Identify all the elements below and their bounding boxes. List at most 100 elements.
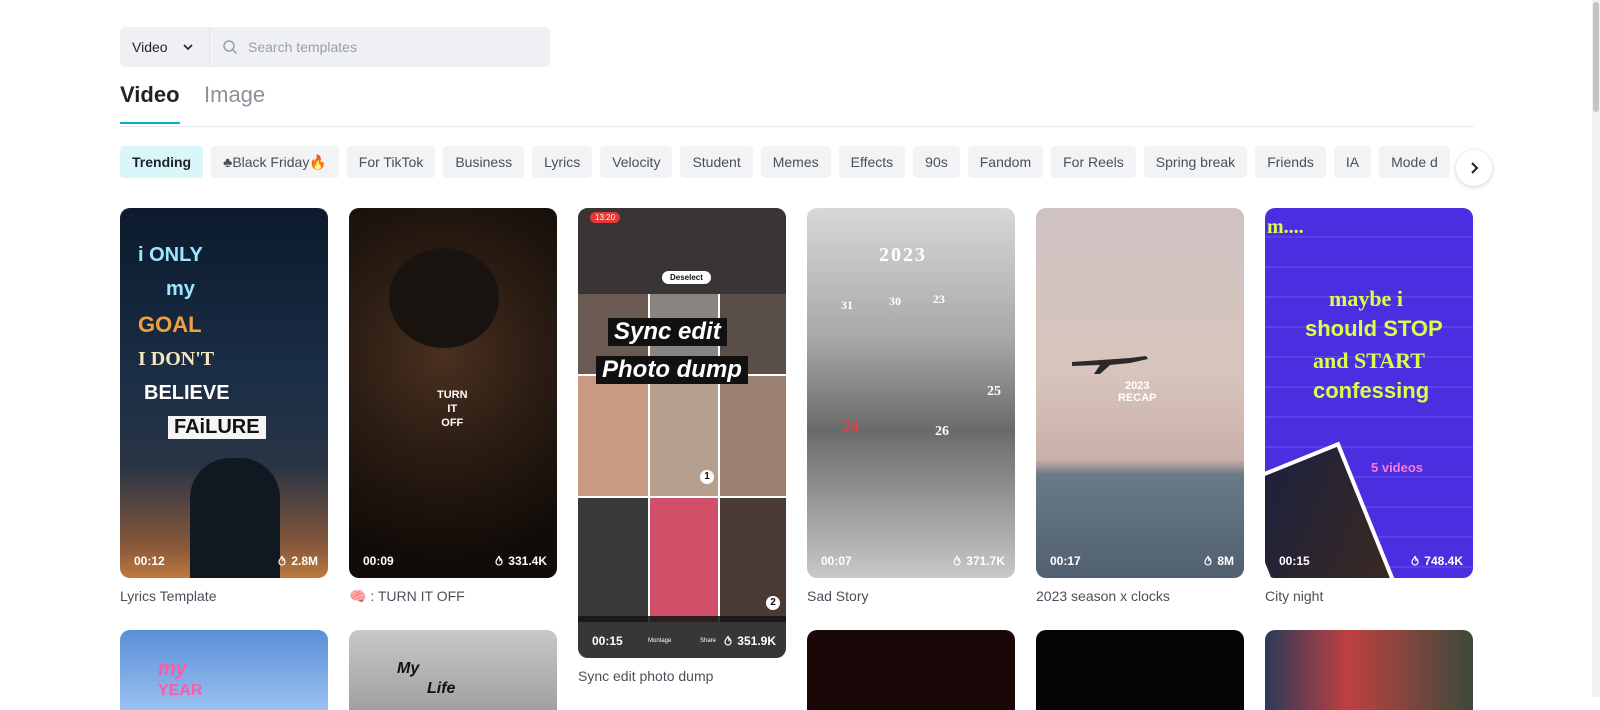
chevron-right-icon <box>1471 162 1479 174</box>
duration: 00:09 <box>363 554 394 568</box>
chip-memes[interactable]: Memes <box>760 146 831 178</box>
flame-icon <box>278 555 286 566</box>
chevron-down-icon <box>183 44 193 51</box>
chip-spring-break[interactable]: Spring break <box>1143 146 1248 178</box>
template-card[interactable]: my YEAR <box>120 630 328 710</box>
chip-ia[interactable]: IA <box>1333 146 1372 178</box>
chip-velocity[interactable]: Velocity <box>600 146 673 178</box>
template-card[interactable] <box>1036 630 1244 710</box>
template-thumbnail[interactable]: 2023 RECAP 00:17 8M <box>1036 208 1244 578</box>
tab-image[interactable]: Image <box>204 82 265 118</box>
overlay-text: 2023 <box>879 244 927 266</box>
type-dropdown[interactable]: Video <box>120 27 210 67</box>
flame-icon <box>495 555 503 566</box>
chip-trending[interactable]: Trending <box>120 146 204 178</box>
overlay-text: BELIEVE <box>144 382 230 404</box>
overlay-text: Life <box>427 680 456 697</box>
chip-student[interactable]: Student <box>680 146 753 178</box>
flame-icon <box>1411 555 1419 566</box>
chip-fandom[interactable]: Fandom <box>967 146 1044 178</box>
search-field <box>210 38 550 56</box>
template-thumbnail[interactable]: m.... maybe i should STOP and START conf… <box>1265 208 1473 578</box>
template-card[interactable]: My Life <box>349 630 557 710</box>
usage-count: 351.9K <box>737 634 776 648</box>
overlay-text: and START <box>1313 348 1425 373</box>
overlay-text: 26 <box>935 424 949 439</box>
chip-friends[interactable]: Friends <box>1255 146 1326 178</box>
deselect-pill: Deselect <box>662 271 711 284</box>
overlay-text: GOAL <box>138 312 202 337</box>
template-card[interactable]: i ONLY my GOAL I DON'T BELIEVE FAiLURE 0… <box>120 208 328 604</box>
chip-black-friday[interactable]: ♣Black Friday🔥 <box>211 146 339 178</box>
chip-effects[interactable]: Effects <box>838 146 906 178</box>
duration: 00:12 <box>134 554 165 568</box>
tab-video[interactable]: Video <box>120 82 180 124</box>
template-card[interactable]: TURN IT OFF 00:09 331.4K 🧠 : TURN IT OFF <box>349 208 557 605</box>
card-title: City night <box>1265 588 1324 604</box>
overlay-text: IT <box>447 403 458 415</box>
overlay-text: RECAP <box>1118 392 1157 404</box>
template-card[interactable] <box>1265 630 1473 710</box>
overlay-text: FAiLURE <box>168 416 266 439</box>
scrollbar-thumb[interactable] <box>1593 2 1599 112</box>
overlay-text: maybe i <box>1329 286 1403 311</box>
template-thumbnail[interactable]: 13:20 Deselect Sync edit Photo dump 1 2 … <box>578 208 786 658</box>
duration: 00:17 <box>1050 554 1081 568</box>
overlay-text: 24 <box>843 418 859 435</box>
overlay-text: 31 <box>841 298 853 312</box>
card-meta: 00:17 8M <box>1050 554 1234 568</box>
overlay-text: confessing <box>1313 378 1430 403</box>
overlay-text: My <box>397 660 420 677</box>
category-chips: Trending ♣Black Friday🔥 For TikTok Busin… <box>120 146 1474 178</box>
template-thumbnail[interactable]: 2023 31 30 23 25 24 26 00:07 371.7K <box>807 208 1015 578</box>
card-meta: 00:09 331.4K <box>363 554 547 568</box>
overlay-text: 2023 <box>1125 380 1150 392</box>
overlay-text: Sync edit <box>608 318 727 346</box>
chips-next-button[interactable] <box>1456 150 1492 186</box>
template-card[interactable]: m.... maybe i should STOP and START conf… <box>1265 208 1473 604</box>
overlay-text: 23 <box>933 292 945 306</box>
chip-mode[interactable]: Mode d <box>1379 146 1450 178</box>
overlay-text: 25 <box>987 384 1001 399</box>
template-card[interactable]: 2023 31 30 23 25 24 26 00:07 371.7K Sad … <box>807 208 1015 604</box>
usage-count: 371.7K <box>966 554 1005 568</box>
usage-count: 2.8M <box>291 554 318 568</box>
chip-lyrics[interactable]: Lyrics <box>532 146 593 178</box>
card-title: Sad Story <box>807 588 869 604</box>
duration: 00:07 <box>821 554 852 568</box>
search-input[interactable] <box>246 38 550 56</box>
overlay-text: my <box>158 658 187 680</box>
airplane-icon <box>1072 356 1148 374</box>
chip-business[interactable]: Business <box>443 146 525 178</box>
template-card[interactable] <box>807 630 1015 710</box>
overlay-text: my <box>166 278 195 300</box>
usage-count: 748.4K <box>1424 554 1463 568</box>
template-card[interactable]: 13:20 Deselect Sync edit Photo dump 1 2 … <box>578 208 786 684</box>
overlay-text: I DON'T <box>138 348 215 370</box>
duration: 00:15 <box>1279 554 1310 568</box>
flame-icon <box>1204 555 1212 566</box>
page-scrollbar[interactable] <box>1592 0 1600 697</box>
card-title: 🧠 : TURN IT OFF <box>349 588 465 604</box>
headphones <box>389 248 499 348</box>
overlay-text: should STOP <box>1305 316 1443 341</box>
photo-number: 2 <box>766 596 780 610</box>
card-meta: 00:15 748.4K <box>1279 554 1463 568</box>
overlay-text: OFF <box>441 417 464 429</box>
template-thumbnail[interactable]: i ONLY my GOAL I DON'T BELIEVE FAiLURE 0… <box>120 208 328 578</box>
photo-number: 1 <box>700 470 714 484</box>
card-title: 2023 season x clocks <box>1036 588 1170 604</box>
chip-for-tiktok[interactable]: For TikTok <box>346 146 436 178</box>
content-tabs: Video Image <box>120 82 1474 127</box>
template-card[interactable]: 2023 RECAP 00:17 8M 2023 season x clocks <box>1036 208 1244 604</box>
template-thumbnail[interactable]: TURN IT OFF 00:09 331.4K <box>349 208 557 578</box>
flame-icon <box>953 555 961 566</box>
chip-90s[interactable]: 90s <box>913 146 960 178</box>
overlay-text: Photo dump <box>596 356 748 384</box>
type-dropdown-value: Video <box>132 39 168 55</box>
usage-count: 8M <box>1217 554 1234 568</box>
duration: 00:15 <box>592 634 623 648</box>
search-icon <box>223 40 238 55</box>
card-meta: 00:15 351.9K <box>592 634 776 648</box>
chip-for-reels[interactable]: For Reels <box>1051 146 1136 178</box>
